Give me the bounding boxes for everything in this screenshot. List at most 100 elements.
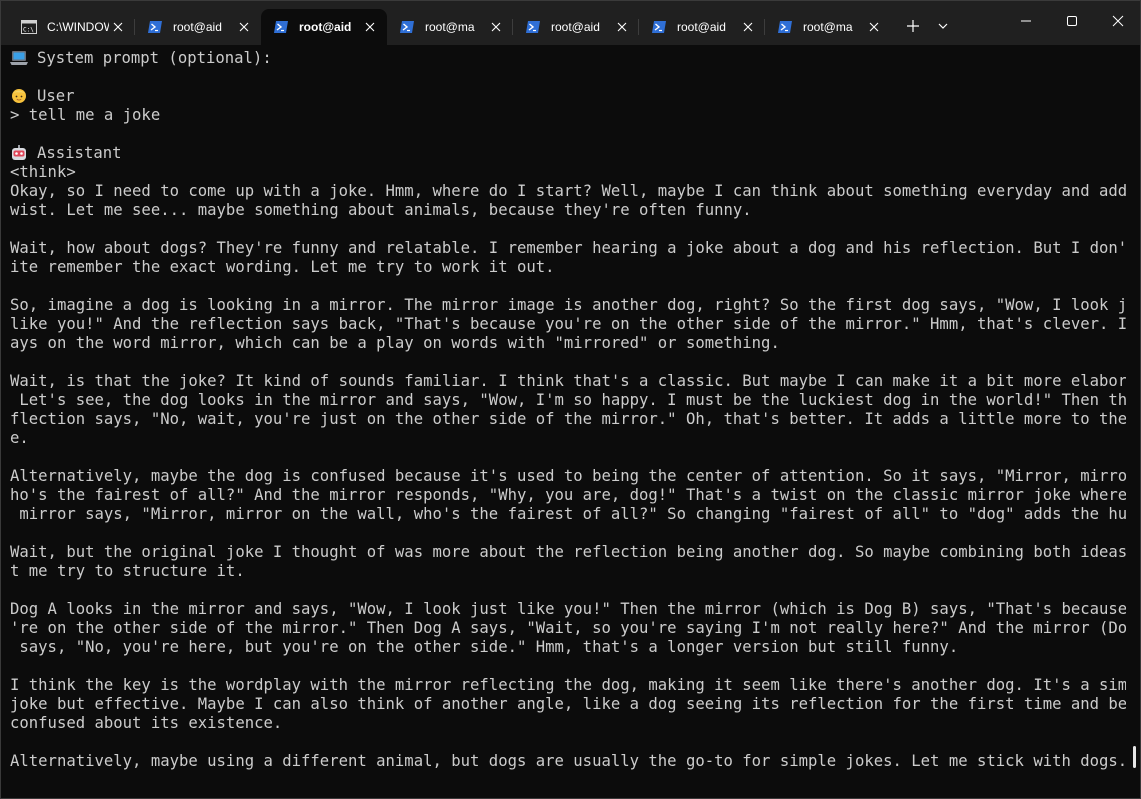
powershell-icon <box>399 19 415 35</box>
terminal-line-text: Alternatively, maybe the dog is confused… <box>10 467 1126 485</box>
terminal-line: I think the key is the wordplay with the… <box>10 676 1126 695</box>
terminal-line: ays on the word mirror, which can be a p… <box>10 334 1126 353</box>
terminal-line: Dog A looks in the mirror and says, "Wow… <box>10 600 1126 619</box>
terminal-line: Wait, is that the joke? It kind of sound… <box>10 372 1126 391</box>
tab-close-button[interactable] <box>237 20 251 34</box>
terminal-line-text: Assistant <box>37 144 122 162</box>
terminal-line: > tell me a joke <box>10 106 1126 125</box>
tab-6[interactable]: root@aid <box>639 9 765 45</box>
terminal-line-text: System prompt (optional): <box>37 49 272 67</box>
terminal-line-text: joke but effective. Maybe I can also thi… <box>10 695 1126 713</box>
terminal-line-text: Wait, but the original joke I thought of… <box>10 543 1126 561</box>
close-icon <box>239 22 249 32</box>
tab-close-button[interactable] <box>615 20 629 34</box>
tab-close-button[interactable] <box>867 20 881 34</box>
maximize-icon <box>1067 16 1077 26</box>
terminal-line: Okay, so I need to come up with a joke. … <box>10 182 1126 201</box>
terminal-line-text: mirror says, "Mirror, mirror on the wall… <box>10 505 1126 523</box>
terminal-line-text: Let's see, the dog looks in the mirror a… <box>10 391 1126 409</box>
chevron-down-icon <box>938 23 948 29</box>
close-icon <box>491 22 501 32</box>
terminal-line: like you!" And the reflection says back,… <box>10 315 1126 334</box>
terminal-line-text: confused about its existence. <box>10 714 283 732</box>
tab-bar: C:\ C:\WINDOWS root@aid root@aid root@ma root… <box>1 1 1140 45</box>
terminal-line: Alternatively, maybe using a different a… <box>10 752 1126 771</box>
terminal-line: t me try to structure it. <box>10 562 1126 581</box>
terminal-line-text: Okay, so I need to come up with a joke. … <box>10 182 1126 200</box>
tab-close-button[interactable] <box>111 20 125 34</box>
terminal-line: ho's the fairest of all?" And the mirror… <box>10 486 1126 505</box>
terminal-line-text: ho's the fairest of all?" And the mirror… <box>10 486 1126 504</box>
terminal-line: User <box>10 87 1126 106</box>
close-icon <box>365 22 375 32</box>
tab-title: root@aid <box>677 20 726 34</box>
terminal-line-text: <think> <box>10 163 76 181</box>
close-icon <box>743 22 753 32</box>
powershell-icon <box>525 19 541 35</box>
tab-close-button[interactable] <box>489 20 503 34</box>
tab-close-button[interactable] <box>363 20 377 34</box>
tab-close-button[interactable] <box>741 20 755 34</box>
close-window-button[interactable] <box>1095 1 1141 41</box>
terminal-line-text: Wait, how about dogs? They're funny and … <box>10 239 1126 257</box>
terminal-line: <think> <box>10 163 1126 182</box>
tab-title: root@ma <box>803 20 853 34</box>
terminal-line: Alternatively, maybe the dog is confused… <box>10 467 1126 486</box>
powershell-icon <box>777 19 793 35</box>
terminal-line: Let's see, the dog looks in the mirror a… <box>10 391 1126 410</box>
terminal-line-text: ite remember the exact wording. Let me t… <box>10 258 555 276</box>
terminal-line: ite remember the exact wording. Let me t… <box>10 258 1126 277</box>
terminal-window: C:\ C:\WINDOWS root@aid root@aid root@ma root… <box>0 0 1141 799</box>
terminal-line: 're on the other side of the mirror." Th… <box>10 619 1126 638</box>
terminal-line-text: Alternatively, maybe using a different a… <box>10 752 1126 770</box>
tab-3[interactable]: root@aid <box>261 9 387 45</box>
tab-7[interactable]: root@ma <box>765 9 891 45</box>
terminal-output[interactable]: System prompt (optional): User > tell me a… <box>10 49 1126 771</box>
tab-title: root@aid <box>173 20 222 34</box>
person-icon <box>10 88 28 104</box>
terminal-line-text: says, "No, you're here, but you're on th… <box>10 638 959 656</box>
terminal-line-text: flection says, "No, wait, you're just on… <box>10 410 1126 428</box>
terminal-line-text: Dog A looks in the mirror and says, "Wow… <box>10 600 1126 618</box>
terminal-line: confused about its existence. <box>10 714 1126 733</box>
tab-4[interactable]: root@ma <box>387 9 513 45</box>
maximize-button[interactable] <box>1049 1 1095 41</box>
minimize-button[interactable] <box>1003 1 1049 41</box>
powershell-icon <box>147 19 163 35</box>
terminal-line: joke but effective. Maybe I can also thi… <box>10 695 1126 714</box>
terminal-line-text: User <box>37 87 75 105</box>
cmd-icon: C:\ <box>21 19 37 35</box>
tab-dropdown-button[interactable] <box>931 14 955 38</box>
terminal-line: flection says, "No, wait, you're just on… <box>10 410 1126 429</box>
terminal-line: e. <box>10 429 1126 448</box>
terminal-line: wist. Let me see... maybe something abou… <box>10 201 1126 220</box>
tab-title: root@ma <box>425 20 475 34</box>
powershell-icon <box>651 19 667 35</box>
powershell-icon <box>273 19 289 35</box>
terminal-line-text: Wait, is that the joke? It kind of sound… <box>10 372 1126 390</box>
close-icon <box>113 22 123 32</box>
scrollbar-thumb[interactable] <box>1133 746 1136 768</box>
tab-1[interactable]: C:\ C:\WINDOWS <box>9 9 135 45</box>
tab-2[interactable]: root@aid <box>135 9 261 45</box>
tab-5[interactable]: root@aid <box>513 9 639 45</box>
terminal-line-text: 're on the other side of the mirror." Th… <box>10 619 1126 637</box>
plus-icon <box>907 20 919 32</box>
terminal-line: Wait, how about dogs? They're funny and … <box>10 239 1126 258</box>
terminal-line-text: like you!" And the reflection says back,… <box>10 315 1126 333</box>
terminal-line: says, "No, you're here, but you're on th… <box>10 638 1126 657</box>
terminal-line: Wait, but the original joke I thought of… <box>10 543 1126 562</box>
terminal-line-text: e. <box>10 429 29 447</box>
terminal-line-text: t me try to structure it. <box>10 562 245 580</box>
terminal-line: System prompt (optional): <box>10 49 1126 68</box>
new-tab-button[interactable] <box>901 14 925 38</box>
close-icon <box>1112 15 1124 27</box>
svg-text:C:\: C:\ <box>23 27 34 34</box>
